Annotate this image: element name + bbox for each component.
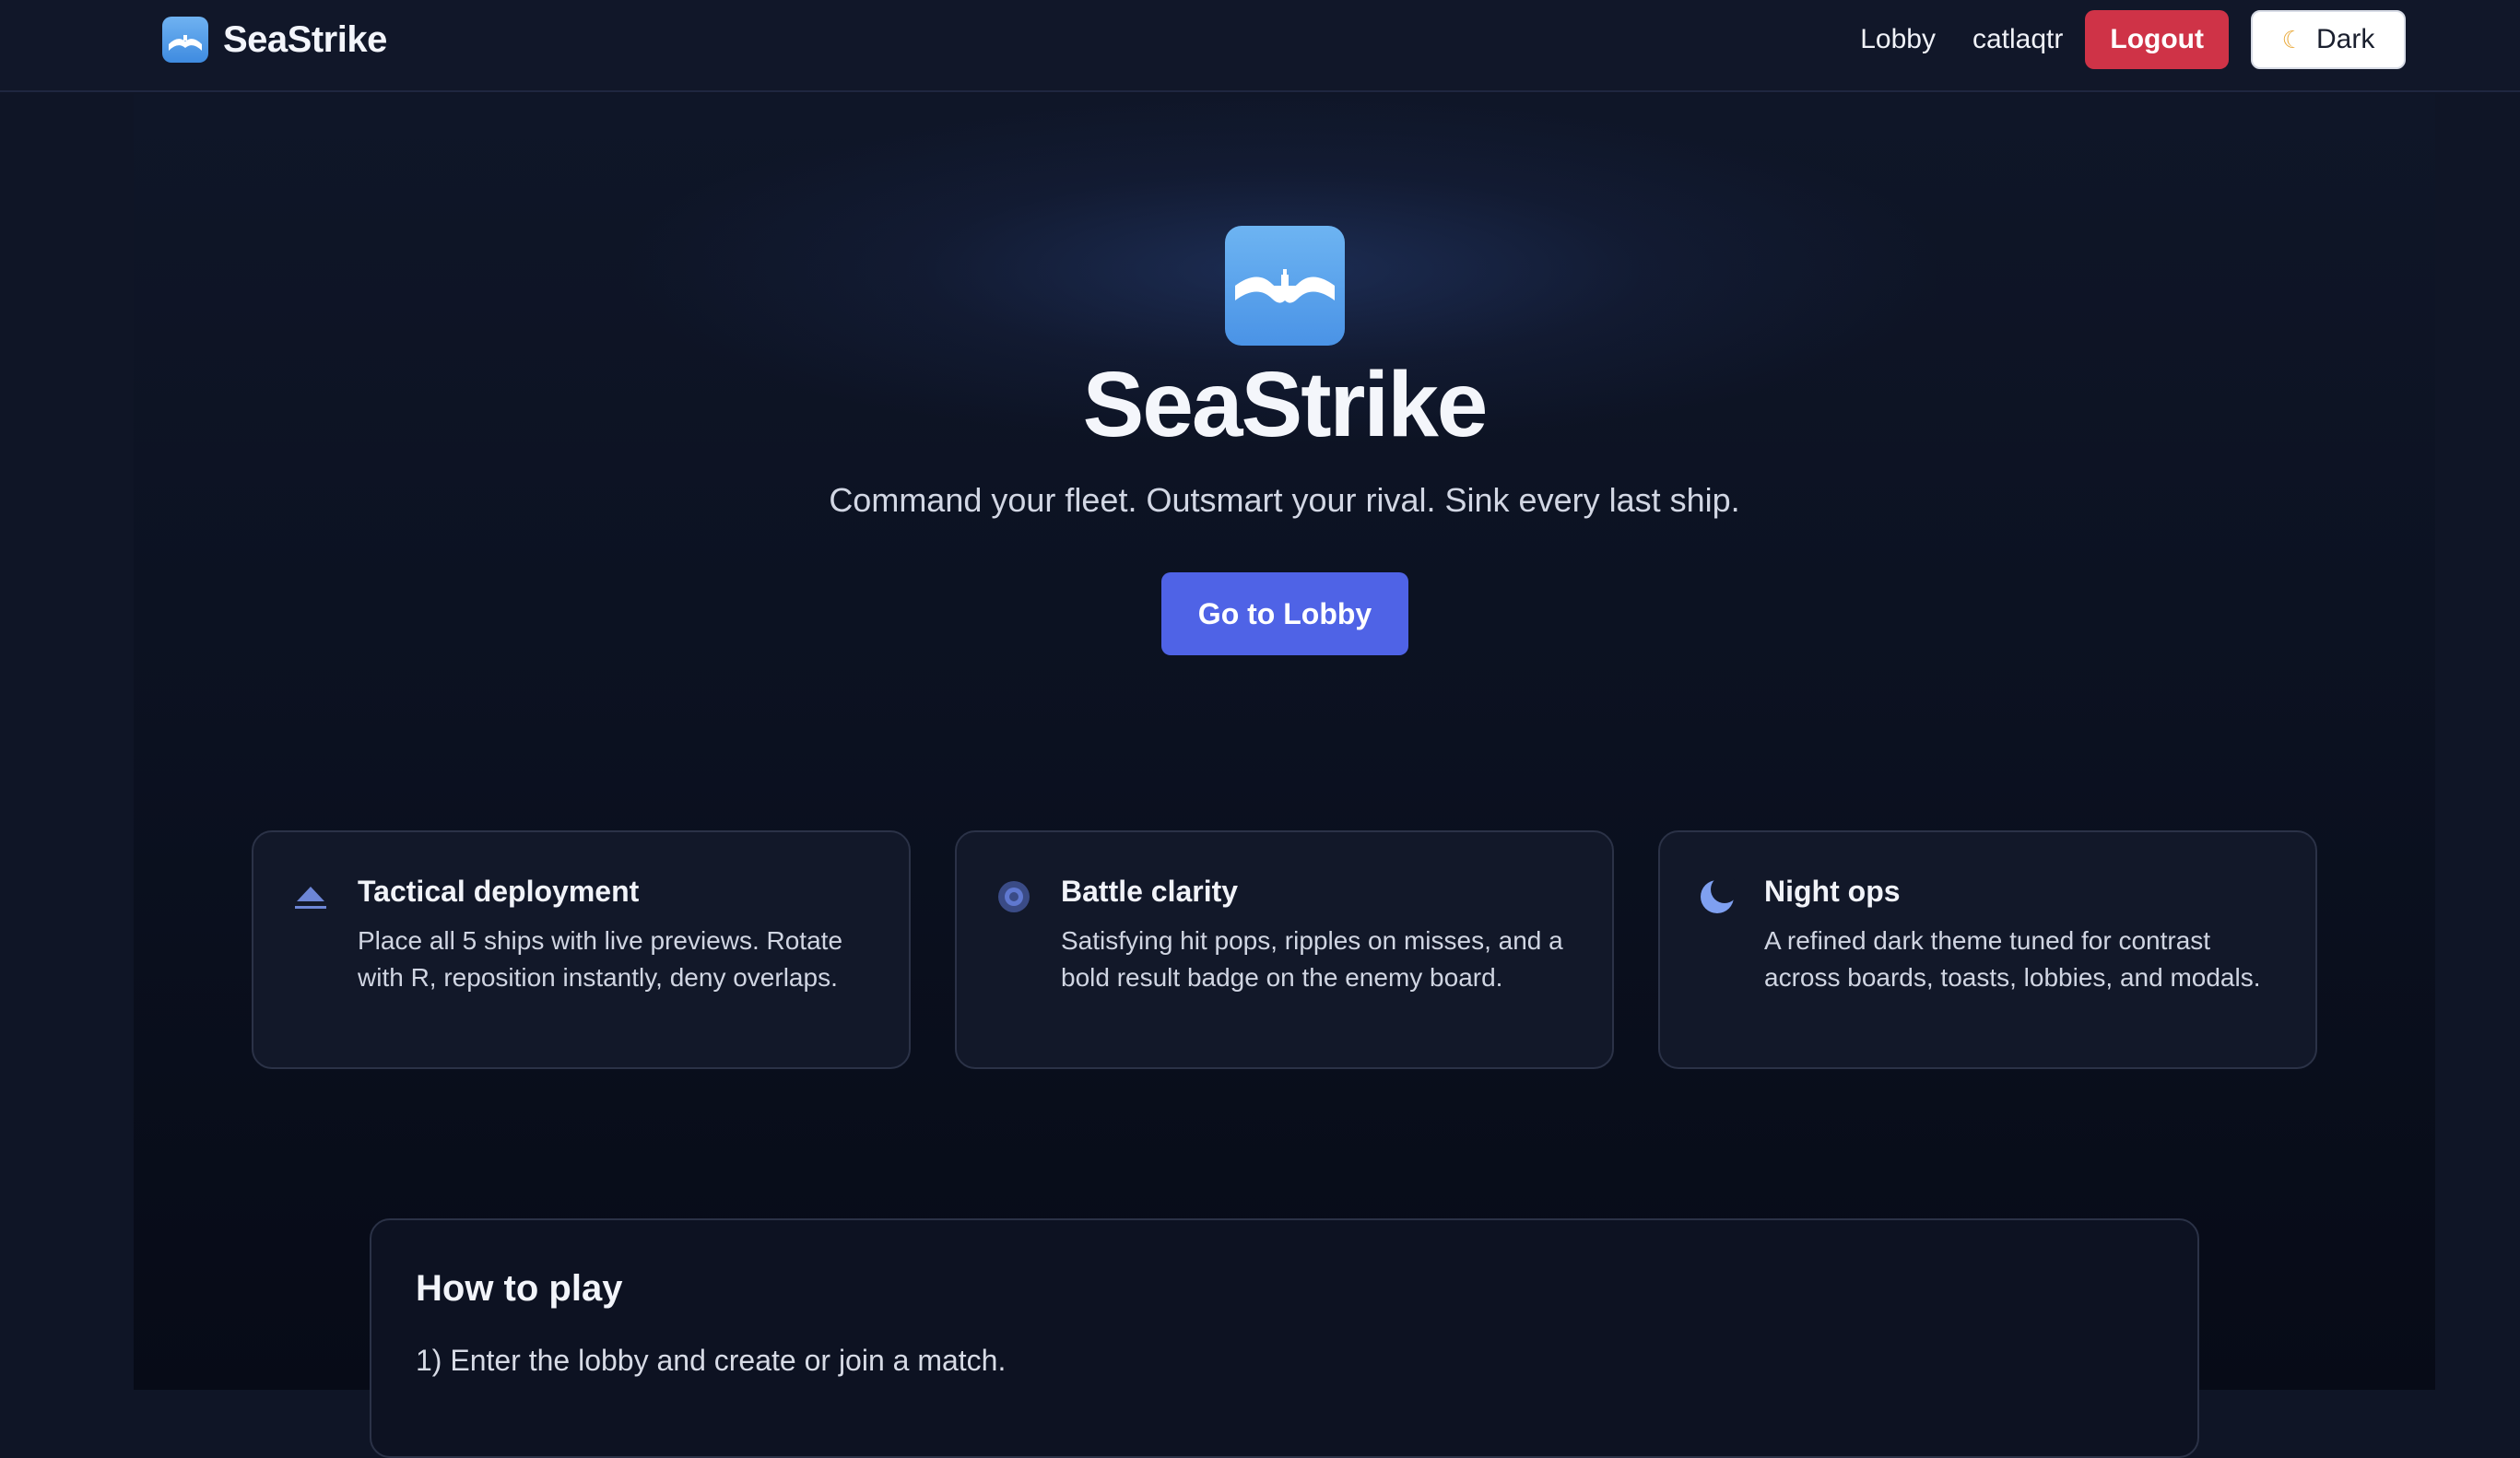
target-icon (995, 878, 1032, 915)
feature-card-tactical-deployment: Tactical deployment Place all 5 ships wi… (252, 830, 911, 1069)
ship-wave-icon (1225, 226, 1345, 346)
nav-lobby-link[interactable]: Lobby (1860, 24, 1936, 55)
hero-title: SeaStrike (1082, 353, 1489, 456)
ship-icon (292, 878, 329, 915)
feature-description: Place all 5 ships with live previews. Ro… (358, 926, 843, 992)
brand-name: SeaStrike (223, 18, 387, 60)
feature-card-night-ops: Night ops A refined dark theme tuned for… (1658, 830, 2317, 1069)
brand[interactable]: SeaStrike (162, 17, 387, 63)
logout-button[interactable]: Logout (2085, 10, 2229, 69)
username-label: catlaqtr (1972, 24, 2064, 54)
hero-tagline: Command your fleet. Outsmart your rival.… (829, 481, 1740, 519)
moon-icon (1699, 878, 1736, 915)
feature-card-battle-clarity: Battle clarity Satisfying hit pops, ripp… (955, 830, 1614, 1069)
top-navbar: SeaStrike Lobby catlaqtr Logout ☾ Dark (0, 0, 2520, 92)
how-to-play-title: How to play (416, 1268, 623, 1309)
how-to-play-panel: How to play 1) Enter the lobby and creat… (370, 1218, 2199, 1458)
main-content: SeaStrike Command your fleet. Outsmart y… (134, 94, 2435, 1458)
feature-title: Battle clarity (1061, 875, 1239, 908)
feature-description: A refined dark theme tuned for contrast … (1764, 926, 2261, 992)
theme-toggle-label: Dark (2315, 24, 2375, 54)
how-to-play-step: 1) Enter the lobby and create or join a … (416, 1344, 1007, 1377)
feature-title: Night ops (1764, 875, 1901, 908)
brand-logo-icon (162, 17, 208, 63)
main-nav: Lobby catlaqtr Logout ☾ Dark (1860, 9, 2406, 70)
go-to-lobby-button[interactable]: Go to Lobby (1161, 572, 1408, 655)
theme-toggle-button[interactable]: ☾ Dark (2251, 10, 2406, 69)
feature-title: Tactical deployment (358, 875, 640, 908)
moon-icon: ☾ (2281, 25, 2303, 53)
feature-description: Satisfying hit pops, ripples on misses, … (1061, 926, 1563, 992)
